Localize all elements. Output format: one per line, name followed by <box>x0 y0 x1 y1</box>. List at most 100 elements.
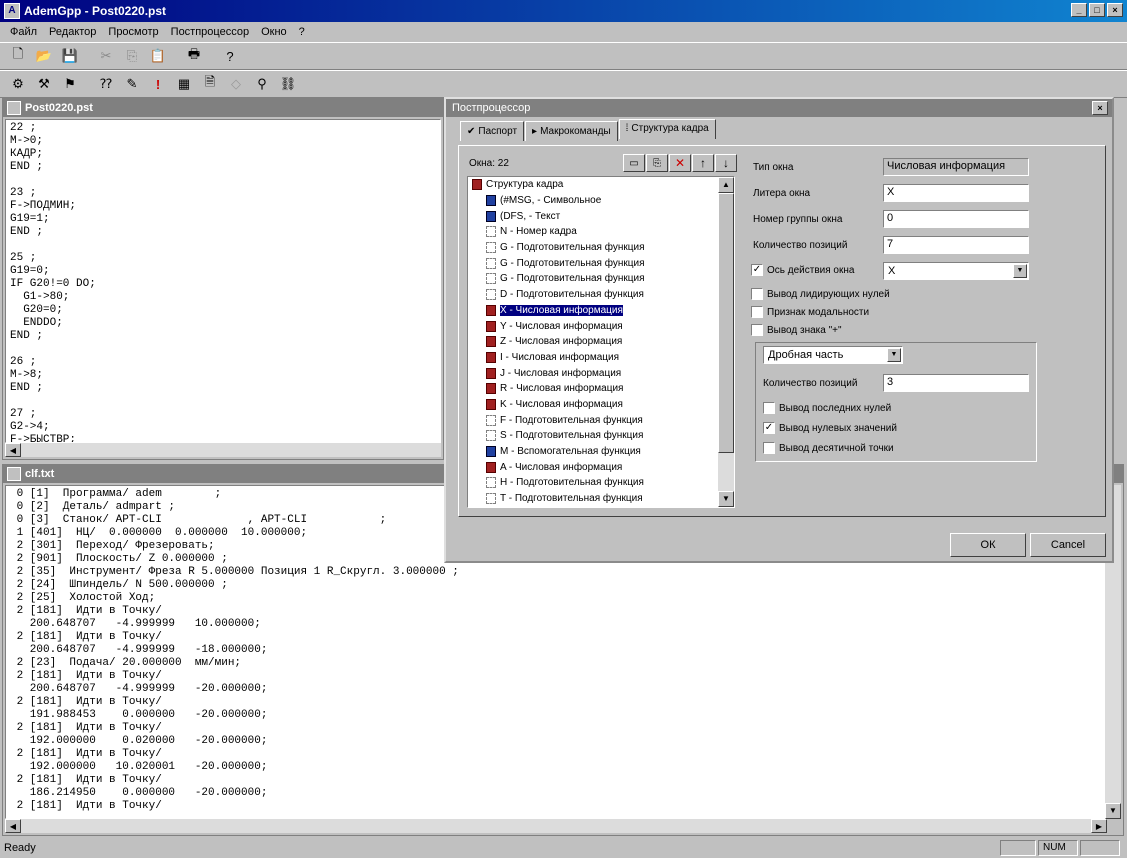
link-icon[interactable]: ⛓ <box>276 73 300 95</box>
save-icon[interactable]: 💾 <box>58 45 82 67</box>
group-number-input[interactable]: 0 <box>883 210 1029 228</box>
tree-item[interactable]: G - Подготовительная функция <box>468 271 734 287</box>
decimal-point-checkbox[interactable]: Вывод десятичной точки <box>763 442 894 454</box>
copy-item-icon[interactable]: ⎘ <box>646 154 668 172</box>
tree-item[interactable]: K - Числовая информация <box>468 397 734 413</box>
editor-title-bar[interactable]: Post0220.pst <box>3 99 443 117</box>
scroll-thumb[interactable] <box>718 193 734 453</box>
query-icon[interactable]: ⁇ <box>94 73 118 95</box>
window-letter-input[interactable]: X <box>883 184 1029 202</box>
open-folder-icon[interactable]: 📂 <box>32 45 56 67</box>
axis-checkbox[interactable]: ✓ Ось действия окна <box>751 264 854 276</box>
plus-sign-checkbox[interactable]: Вывод знака "+" <box>751 324 842 336</box>
trailing-zeros-checkbox[interactable]: Вывод последних нулей <box>763 402 891 414</box>
table-icon[interactable]: ▦ <box>172 73 196 95</box>
wand-icon[interactable]: ✎ <box>120 73 144 95</box>
tree-vscroll[interactable]: ▲ ▼ <box>718 177 734 507</box>
modality-checkbox[interactable]: Признак модальности <box>751 306 869 318</box>
settings-icon[interactable]: ⚒ <box>32 73 56 95</box>
fraction-positions-label: Количество позиций <box>763 378 858 389</box>
menu-view[interactable]: Просмотр <box>102 26 164 38</box>
tool-icon[interactable]: ⚑ <box>58 73 82 95</box>
tree-item[interactable]: (#MSG, - Символьное <box>468 193 734 209</box>
minimize-button[interactable]: _ <box>1071 3 1087 17</box>
binoculars-icon[interactable]: ⚲ <box>250 73 274 95</box>
print-icon[interactable]: 🖶 <box>182 45 206 67</box>
document-icon[interactable]: 🗎 <box>198 73 222 95</box>
tab-frame-structure[interactable]: ⁞ Структура кадра <box>618 119 716 139</box>
scroll-right-icon[interactable]: ▶ <box>1091 819 1107 833</box>
run-icon[interactable]: ⚙ <box>6 73 30 95</box>
tree-item[interactable]: X - Числовая информация <box>468 303 734 319</box>
menu-editor[interactable]: Редактор <box>43 26 102 38</box>
move-down-icon[interactable]: ↓ <box>715 154 737 172</box>
tree-item[interactable]: D - Подготовительная функция <box>468 287 734 303</box>
dialog-title-bar[interactable]: Постпроцессор × <box>446 99 1112 117</box>
tree-item[interactable]: A - Числовая информация <box>468 459 734 475</box>
alert-icon[interactable]: ! <box>146 73 170 95</box>
cut-icon[interactable]: ✂ <box>94 45 118 67</box>
ok-button[interactable]: ОК <box>950 533 1026 557</box>
app-title-bar[interactable]: A AdemGpp - Post0220.pst _ □ × <box>0 0 1127 22</box>
cancel-button[interactable]: Cancel <box>1030 533 1106 557</box>
menu-postprocessor[interactable]: Постпроцессор <box>165 26 255 38</box>
menu-help[interactable]: ? <box>293 26 311 38</box>
num-lock-indicator: NUM <box>1038 840 1078 856</box>
tree-item[interactable]: F - Подготовительная функция <box>468 412 734 428</box>
tree-item[interactable]: G - Подготовительная функция <box>468 240 734 256</box>
tree-item[interactable]: I - Числовая информация <box>468 350 734 366</box>
maximize-button[interactable]: □ <box>1089 3 1105 17</box>
tree-item[interactable]: T - Подготовительная функция <box>468 491 734 507</box>
editor-text-area[interactable]: 22 ; M->0; КАДР; END ; 23 ; F->ПОДМИН; G19=1; E… <box>5 119 441 443</box>
listing-line: 2 [181] Идти в Точку/ <box>10 670 162 682</box>
fraction-select[interactable]: Дробная часть ▼ <box>763 346 903 364</box>
frame-window-icon <box>486 226 496 238</box>
frame-window-icon <box>486 273 496 285</box>
paste-icon[interactable]: 📋 <box>146 45 170 67</box>
tree-item[interactable]: G - Подготовительная функция <box>468 255 734 271</box>
close-button[interactable]: × <box>1107 3 1123 17</box>
menu-file[interactable]: Файл <box>4 26 43 38</box>
dialog-close-button[interactable]: × <box>1092 101 1108 115</box>
listing-line: 2 [24] Шпиндель/ N 500.000000 ; <box>10 579 228 591</box>
scroll-up-icon[interactable]: ▲ <box>718 177 734 193</box>
frame-structure-tree[interactable]: Структура кадра (#MSG, - Символьное (DFS,… <box>467 176 735 508</box>
listing-hscroll[interactable]: ◀ ▶ <box>5 819 1107 833</box>
editor-hscroll[interactable]: ◀ <box>5 443 441 457</box>
tab-passport[interactable]: ✔ Паспорт <box>460 121 525 141</box>
listing-line: 2 [25] Холостой Ход; <box>10 592 156 604</box>
scroll-down-icon[interactable]: ▼ <box>718 491 734 507</box>
delete-item-icon[interactable]: ✕ <box>669 154 691 172</box>
scroll-down-icon[interactable]: ▼ <box>1105 803 1121 819</box>
positions-input[interactable]: 7 <box>883 236 1029 254</box>
tree-item[interactable]: J - Числовая информация <box>468 365 734 381</box>
tree-item[interactable]: M - Вспомогательная функция <box>468 444 734 460</box>
menu-window[interactable]: Окно <box>255 26 293 38</box>
tree-item[interactable]: R - Числовая информация <box>468 381 734 397</box>
add-item-icon[interactable]: ▭ <box>623 154 645 172</box>
tree-item[interactable]: Y - Числовая информация <box>468 318 734 334</box>
tree-item[interactable]: S - Подготовительная функция <box>468 428 734 444</box>
tree-item[interactable]: (DFS, - Текст <box>468 208 734 224</box>
tree-item[interactable]: Z - Числовая информация <box>468 334 734 350</box>
axis-select[interactable]: X ▼ <box>883 262 1029 280</box>
scroll-left-icon[interactable]: ◀ <box>5 443 21 457</box>
scroll-left-icon[interactable]: ◀ <box>5 819 21 833</box>
tab-macros[interactable]: ▸ Макрокоманды <box>525 121 618 141</box>
help-icon[interactable]: ? <box>218 45 242 67</box>
new-file-icon[interactable]: 🗋 <box>6 45 30 67</box>
tree-item[interactable]: N - Номер кадра <box>468 224 734 240</box>
checkmark-icon: ✓ <box>763 422 775 434</box>
fraction-positions-input[interactable]: 3 <box>883 374 1029 392</box>
move-up-icon[interactable]: ↑ <box>692 154 714 172</box>
zero-values-checkbox[interactable]: ✓ Вывод нулевых значений <box>763 422 897 434</box>
document-icon <box>7 467 21 481</box>
tree-item[interactable]: H - Подготовительная функция <box>468 475 734 491</box>
dialog-title: Постпроцессор <box>452 102 531 114</box>
disabled-icon[interactable]: ◇ <box>224 73 248 95</box>
copy-icon[interactable]: ⎘ <box>120 45 144 67</box>
listing-line: 200.648707 -4.999999 -18.000000; <box>10 644 268 656</box>
tree-root[interactable]: Структура кадра <box>468 177 734 193</box>
leading-zeros-checkbox[interactable]: Вывод лидирующих нулей <box>751 288 890 300</box>
tree-root-icon <box>472 179 482 191</box>
